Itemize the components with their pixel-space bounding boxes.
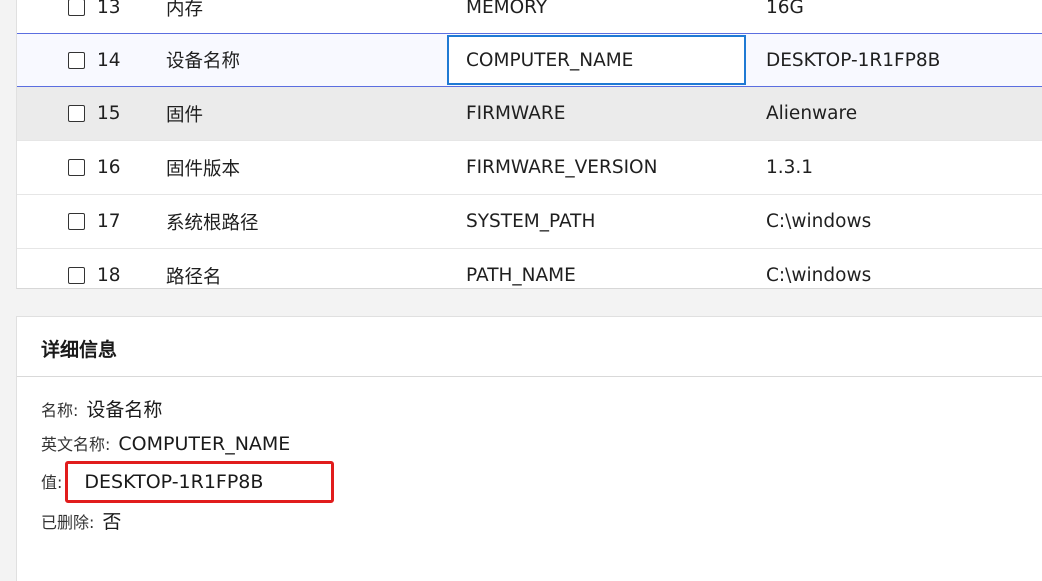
deleted-label: 已删除:	[41, 513, 95, 532]
row-chinese-name: 内存	[166, 0, 204, 20]
row-chinese-name: 设备名称	[166, 51, 241, 72]
row-chinese-name: 路径名	[166, 266, 222, 288]
row-index: 14	[97, 49, 121, 71]
row-checkbox[interactable]	[68, 267, 85, 284]
row-value: C:\windows	[766, 265, 872, 286]
left-rail	[0, 0, 16, 580]
detail-english-name-row: 英文名称: COMPUTER_NAME	[41, 431, 290, 455]
detail-name-row: 名称: 设备名称	[41, 395, 162, 422]
row-checkbox[interactable]	[68, 105, 85, 122]
row-english-name: FIRMWARE	[466, 103, 566, 124]
row-checkbox[interactable]	[68, 51, 85, 69]
value-highlight-annotation	[65, 461, 334, 503]
table-row[interactable]: 18 路径名 PATH_NAME C:\windows	[17, 249, 1042, 288]
english-name-edit-cell[interactable]: COMPUTER_NAME	[447, 35, 746, 85]
row-english-name: SYSTEM_PATH	[466, 211, 596, 232]
row-chinese-name: 固件	[166, 104, 204, 126]
row-index: 13	[97, 0, 121, 18]
row-chinese-name: 固件版本	[166, 158, 241, 180]
row-index: 18	[97, 265, 121, 286]
row-checkbox[interactable]	[68, 159, 85, 176]
name-value: 设备名称	[86, 399, 163, 421]
detail-title: 详细信息	[41, 339, 118, 361]
row-value: C:\windows	[766, 211, 872, 232]
row-checkbox[interactable]	[68, 213, 85, 230]
table-row[interactable]: 17 系统根路径 SYSTEM_PATH C:\windows	[17, 195, 1042, 249]
row-value: Alienware	[766, 103, 858, 124]
row-english-name: MEMORY	[466, 0, 548, 18]
detail-panel: 详细信息 名称: 设备名称 英文名称: COMPUTER_NAME 值: DES…	[16, 316, 1042, 581]
english-name-label: 英文名称:	[41, 435, 111, 454]
row-english-name: FIRMWARE_VERSION	[466, 157, 658, 178]
row-checkbox[interactable]	[68, 0, 85, 16]
table-row-hovered[interactable]: 15 固件 FIRMWARE Alienware	[17, 87, 1042, 141]
english-name-value: COMPUTER_NAME	[118, 433, 291, 455]
row-value: DESKTOP-1R1FP8B	[766, 49, 941, 71]
row-english-name: PATH_NAME	[466, 265, 576, 286]
divider	[17, 376, 1042, 377]
edit-cell-text: COMPUTER_NAME	[466, 49, 634, 71]
table-row-selected[interactable]: 14 设备名称 COMPUTER_NAME DESKTOP-1R1FP8B	[17, 33, 1042, 87]
row-value: 16G	[766, 0, 804, 18]
row-index: 15	[97, 103, 121, 124]
row-index: 16	[97, 157, 121, 178]
property-table: 13 内存 MEMORY 16G 14 设备名称 COMPUTER_NAME D…	[16, 0, 1042, 289]
detail-deleted-row: 已删除: 否	[41, 507, 121, 534]
row-value: 1.3.1	[766, 157, 814, 178]
name-label: 名称:	[41, 401, 79, 420]
row-index: 17	[97, 211, 121, 232]
value-label: 值:	[41, 473, 63, 492]
table-row[interactable]: 16 固件版本 FIRMWARE_VERSION 1.3.1	[17, 141, 1042, 195]
table-row[interactable]: 13 内存 MEMORY 16G	[17, 0, 1042, 35]
deleted-value: 否	[102, 511, 122, 533]
row-chinese-name: 系统根路径	[166, 212, 259, 234]
